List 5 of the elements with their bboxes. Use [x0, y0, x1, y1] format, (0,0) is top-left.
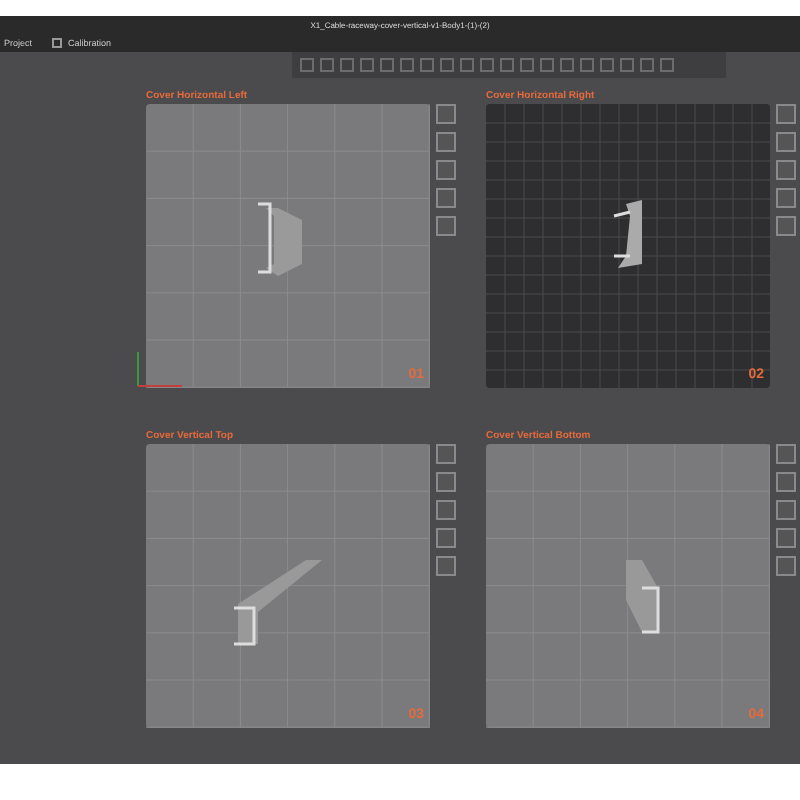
bracket-model	[612, 200, 642, 268]
bracket-model	[626, 560, 660, 634]
axes-icon	[134, 348, 184, 388]
bracket-model	[234, 560, 322, 646]
bracket-model	[258, 202, 302, 276]
